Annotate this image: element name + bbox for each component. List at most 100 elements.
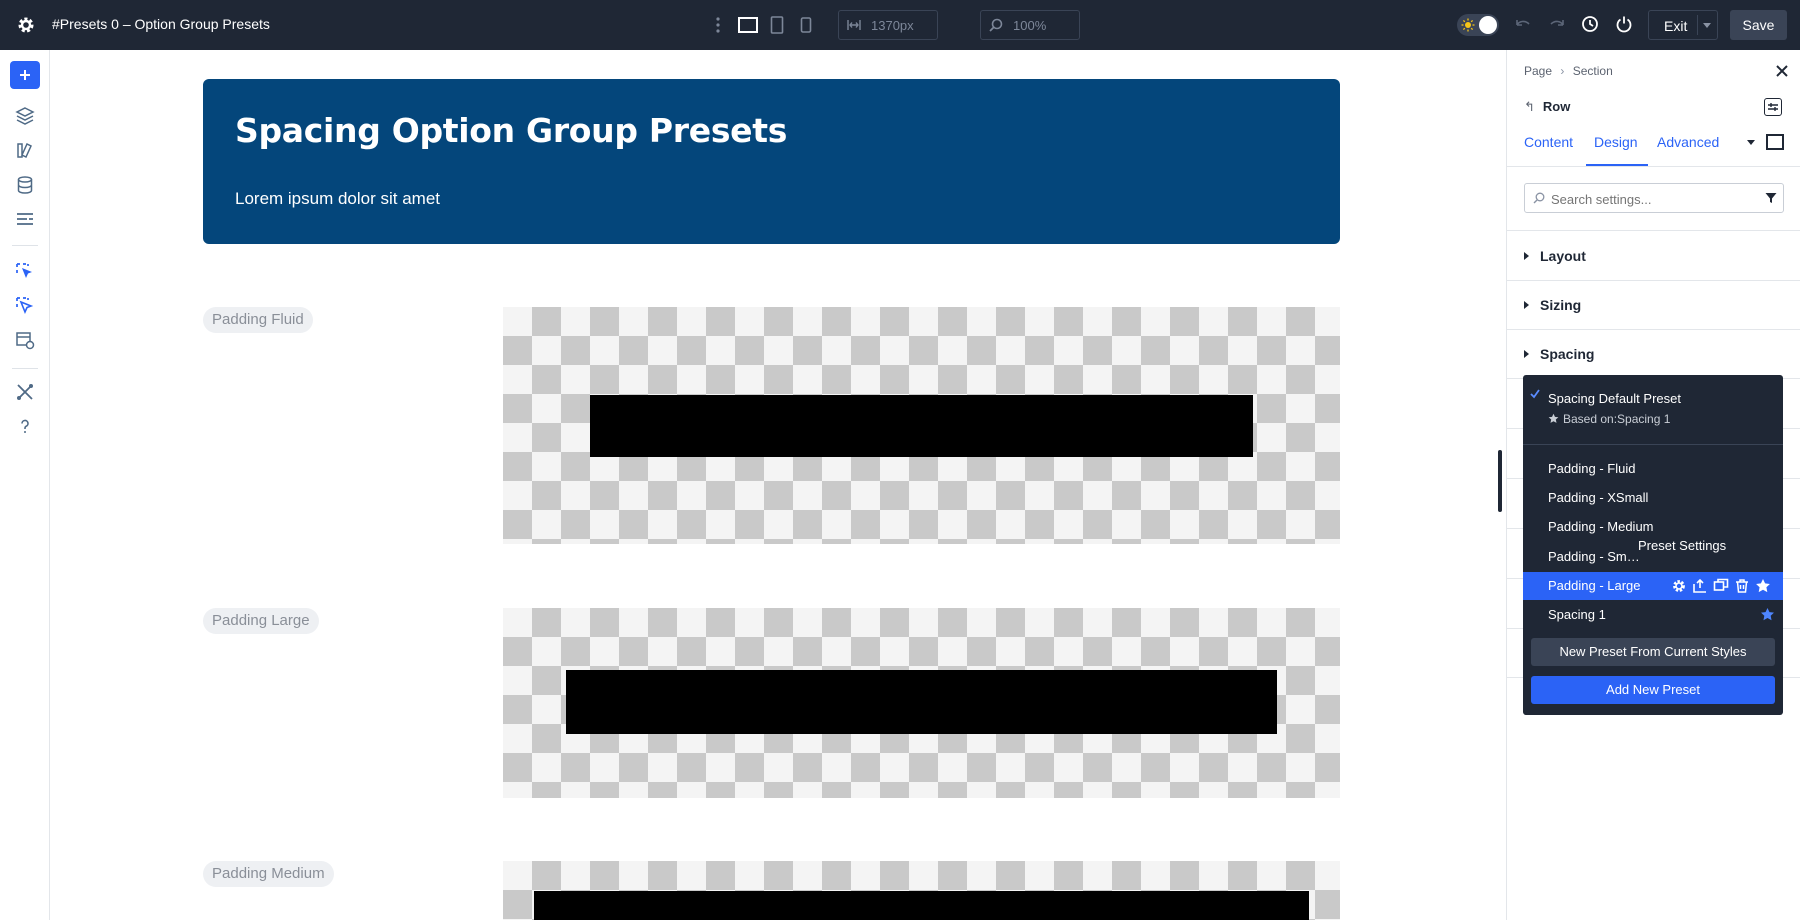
add-new-preset-button[interactable]: Add New Preset <box>1531 676 1775 704</box>
section-label: Padding Fluid <box>203 307 313 333</box>
list-icon[interactable] <box>15 210 35 230</box>
element-title: ↰ Row <box>1524 99 1570 115</box>
zoom-icon <box>989 18 1003 32</box>
page-title: #Presets 0 – Option Group Presets <box>52 16 270 32</box>
preset-based-on: Based on:Spacing 1 <box>1548 412 1670 426</box>
sun-icon <box>1461 18 1475 32</box>
group-sizing[interactable]: Sizing <box>1524 297 1581 313</box>
builder-canvas: Spacing Option Group Presets Lorem ipsum… <box>50 50 1506 920</box>
tools-icon[interactable] <box>15 382 35 402</box>
tab-content[interactable]: Content <box>1524 134 1573 150</box>
preset-item-label: Padding - Fluid <box>1548 461 1636 476</box>
panel-divider <box>1507 280 1800 281</box>
padded-box-fluid <box>590 395 1253 457</box>
filter-icon[interactable] <box>1765 192 1777 204</box>
breadcrumb-page[interactable]: Page <box>1524 64 1552 78</box>
tablet-view-icon[interactable] <box>770 15 784 35</box>
settings-search[interactable] <box>1524 183 1784 213</box>
toggle-knob <box>1479 16 1497 34</box>
preset-item[interactable]: Padding - Fluid <box>1523 455 1783 483</box>
options-glyph <box>1768 103 1778 111</box>
breadcrumb-section[interactable]: Section <box>1573 64 1613 78</box>
preset-item-label: Padding - XSmall <box>1548 490 1649 505</box>
preset-item[interactable]: Spacing 1 <box>1523 601 1783 629</box>
group-sizing-label: Sizing <box>1540 297 1582 313</box>
group-spacing[interactable]: Spacing <box>1524 346 1594 362</box>
preset-settings-tooltip: Preset Settings <box>1636 538 1729 553</box>
search-input[interactable] <box>1551 190 1751 208</box>
theme-icon[interactable] <box>15 140 35 160</box>
canvas-width-value: 1370px <box>871 18 914 33</box>
preset-default[interactable]: Spacing Default Preset <box>1523 385 1783 413</box>
preset-item-label: Padding - Sm… <box>1548 549 1640 564</box>
element-title-label: Row <box>1542 99 1571 114</box>
history-icon[interactable] <box>1581 15 1599 33</box>
sidebar-divider <box>12 368 38 369</box>
menu-divider <box>1523 444 1783 445</box>
options-icon[interactable] <box>1764 98 1782 116</box>
exit-button[interactable]: Exit <box>1648 10 1718 40</box>
save-button[interactable]: Save <box>1730 10 1787 40</box>
preset-item-selected[interactable]: Padding - Large <box>1523 572 1783 600</box>
template-icon[interactable] <box>15 330 35 350</box>
panel-divider <box>1507 329 1800 330</box>
tab-advanced[interactable]: Advanced <box>1657 134 1719 150</box>
back-icon[interactable]: ↰ <box>1524 99 1535 114</box>
theme-mode-toggle[interactable] <box>1457 14 1499 36</box>
tab-design[interactable]: Design <box>1594 134 1638 150</box>
redo-icon[interactable] <box>1548 15 1566 33</box>
breadcrumb-separator-icon: › <box>1560 64 1565 78</box>
more-vertical-icon[interactable] <box>715 15 721 35</box>
padded-box-large <box>566 670 1277 734</box>
panel-divider <box>1507 230 1800 231</box>
settings-gear-icon[interactable] <box>16 15 36 35</box>
breadcrumb: Page › Section <box>1524 64 1613 78</box>
preset-alt-icon[interactable] <box>15 295 35 315</box>
group-spacing-label: Spacing <box>1540 346 1595 362</box>
width-icon <box>847 20 861 30</box>
layers-icon[interactable] <box>15 106 35 126</box>
preset-default-label: Spacing Default Preset <box>1548 391 1681 406</box>
power-icon[interactable] <box>1615 15 1633 33</box>
canvas-scrollbar[interactable] <box>1498 450 1502 512</box>
star-icon[interactable] <box>1755 578 1771 594</box>
exit-divider <box>1697 15 1698 35</box>
sidebar-divider <box>12 245 38 246</box>
close-icon[interactable] <box>1775 64 1789 78</box>
export-icon[interactable] <box>1692 578 1708 594</box>
phone-view-icon[interactable] <box>800 15 812 35</box>
duplicate-icon[interactable] <box>1713 578 1729 594</box>
hero-title: Spacing Option Group Presets <box>235 111 788 150</box>
preview-area-medium[interactable] <box>503 861 1340 920</box>
exit-label: Exit <box>1664 18 1688 34</box>
preset-icon[interactable] <box>15 260 35 280</box>
exit-dropdown-icon[interactable] <box>1703 23 1711 28</box>
database-icon[interactable] <box>15 175 35 195</box>
hero-section[interactable]: Spacing Option Group Presets Lorem ipsum… <box>203 79 1340 244</box>
undo-icon[interactable] <box>1514 15 1532 33</box>
tabs-divider <box>1507 166 1800 167</box>
group-layout[interactable]: Layout <box>1524 248 1586 264</box>
plus-icon <box>20 70 30 80</box>
add-module-button[interactable] <box>10 61 40 89</box>
new-preset-from-styles-button[interactable]: New Preset From Current Styles <box>1531 638 1775 666</box>
tabs-dropdown-icon[interactable] <box>1747 140 1755 145</box>
zoom-field[interactable]: 100% <box>980 10 1080 40</box>
trash-icon[interactable] <box>1734 578 1750 594</box>
preset-item[interactable]: Padding - XSmall <box>1523 484 1783 512</box>
preview-area-fluid[interactable] <box>503 307 1340 544</box>
star-icon <box>1548 413 1559 423</box>
desktop-view-icon[interactable] <box>738 15 758 35</box>
gear-icon[interactable] <box>1671 578 1687 594</box>
section-label: Padding Large <box>203 608 319 634</box>
preset-item[interactable]: Padding - Medium <box>1523 513 1783 541</box>
hero-text: Lorem ipsum dolor sit amet <box>235 189 441 208</box>
group-layout-label: Layout <box>1540 248 1586 264</box>
canvas-width-field[interactable]: 1370px <box>838 10 938 40</box>
view-mode-icon[interactable] <box>1766 134 1784 150</box>
preview-area-large[interactable] <box>503 608 1340 798</box>
zoom-value: 100% <box>1013 18 1047 33</box>
preset-item-label: Padding - Medium <box>1548 519 1654 534</box>
help-icon[interactable] <box>15 417 35 437</box>
star-icon[interactable] <box>1760 607 1775 622</box>
